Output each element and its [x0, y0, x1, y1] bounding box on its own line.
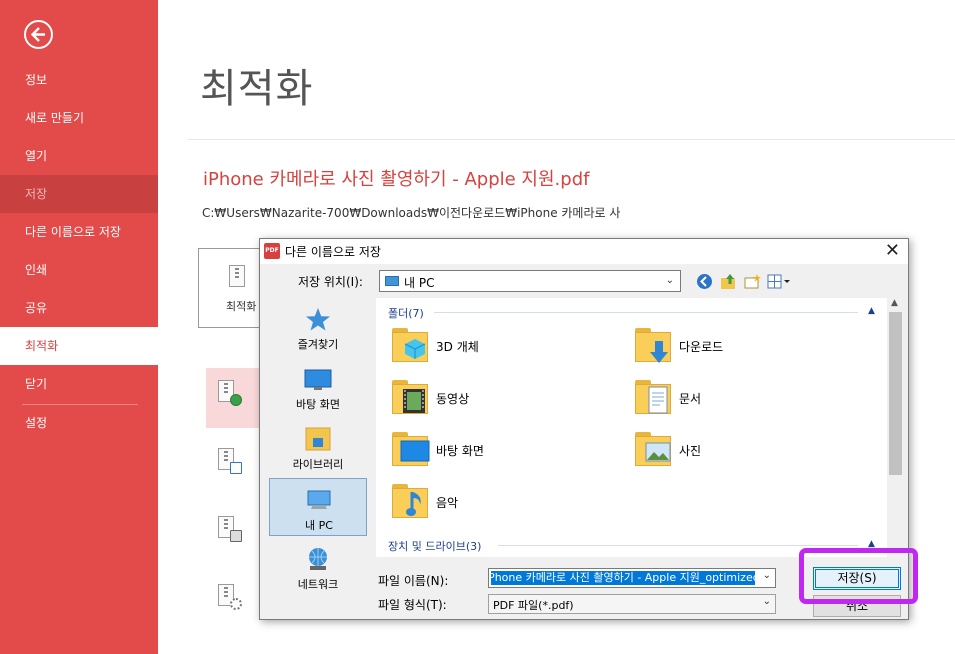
library-icon	[305, 427, 331, 451]
download-arrow-icon	[650, 341, 668, 363]
group-header-folders[interactable]: 폴더(7)	[388, 305, 424, 321]
folder-item-pictures[interactable]: 사진	[635, 428, 835, 474]
filename-value: iPhone 카메라로 사진 촬영하기 - Apple 지원_optimized	[491, 571, 755, 585]
sidebar-item-settings[interactable]: 설정	[0, 404, 158, 442]
save-button-highlight	[799, 548, 918, 604]
place-desktop[interactable]: 바탕 화면	[269, 358, 367, 416]
scroll-up-icon[interactable]: ▲	[891, 298, 898, 308]
sidebar-item-info[interactable]: 정보	[0, 61, 158, 99]
sidebar-item-open[interactable]: 열기	[0, 137, 158, 175]
divider	[188, 139, 955, 140]
dialog-titlebar: PDF 다른 이름으로 저장 ✕	[260, 239, 908, 264]
vertical-scrollbar[interactable]: ▲	[887, 298, 904, 557]
place-network[interactable]: 네트워크	[269, 538, 367, 596]
folder-item-desktop[interactable]: 바탕 화면	[392, 428, 592, 474]
folder-item-3d-objects[interactable]: 3D 개체	[392, 324, 592, 370]
picture-icon	[645, 442, 671, 462]
scrollbar-thumb[interactable]	[889, 312, 902, 475]
star-icon	[306, 308, 330, 331]
filetype-value: PDF 파일(*.pdf)	[493, 599, 574, 612]
sidebar-item-save[interactable]: 저장	[0, 175, 158, 213]
pc-icon	[385, 276, 399, 286]
optimize-option-print[interactable]	[206, 504, 266, 564]
place-this-pc[interactable]: 내 PC	[269, 478, 367, 536]
save-location-select[interactable]: 내 PC ⌄	[379, 270, 681, 292]
sidebar-item-share[interactable]: 공유	[0, 289, 158, 327]
view-menu-icon[interactable]	[767, 273, 793, 290]
optimize-button[interactable]: 최적화	[198, 248, 268, 328]
cube-icon	[404, 339, 426, 359]
printer-icon	[230, 530, 242, 542]
sidebar-item-save-as[interactable]: 다른 이름으로 저장	[0, 213, 158, 251]
optimize-button-label: 최적화	[226, 300, 257, 313]
sidebar-item-new[interactable]: 새로 만들기	[0, 99, 158, 137]
new-folder-icon[interactable]	[744, 273, 761, 290]
music-note-icon	[406, 492, 421, 516]
chevron-down-icon: ⌄	[665, 275, 674, 286]
network-icon	[309, 548, 327, 570]
group-header-drives[interactable]: 장치 및 드라이브(3)	[388, 538, 481, 554]
folder-item-music[interactable]: 음악	[392, 480, 592, 526]
optimize-option-custom[interactable]	[206, 572, 266, 632]
sidebar-item-print[interactable]: 인쇄	[0, 251, 158, 289]
gear-icon	[230, 598, 242, 610]
place-favorites[interactable]: 즐겨찾기	[269, 298, 367, 356]
zip-file-icon	[229, 265, 245, 287]
filename-input[interactable]: iPhone 카메라로 사진 촬영하기 - Apple 지원_optimized…	[488, 568, 776, 588]
document-icon	[648, 386, 668, 414]
page-title: 최적화	[200, 66, 314, 112]
folder-item-videos[interactable]: 동영상	[392, 376, 592, 422]
chevron-up-icon[interactable]: ▲	[868, 306, 875, 316]
filetype-label: 파일 형식(T):	[378, 598, 447, 612]
divider	[498, 545, 858, 546]
filetype-select[interactable]: PDF 파일(*.pdf) ⌄	[488, 594, 776, 614]
sidebar: 정보 새로 만들기 열기 저장 다른 이름으로 저장 인쇄 공유 최적화 닫기 …	[0, 0, 158, 654]
folder-item-documents[interactable]: 문서	[635, 376, 835, 422]
filename-label: 파일 이름(N):	[378, 574, 449, 588]
save-location-value: 내 PC	[404, 276, 435, 290]
document-path: C:₩Users₩Nazarite-700₩Downloads₩이전다운로드₩i…	[202, 206, 621, 220]
desktop-icon	[304, 369, 332, 390]
dialog-title: 다른 이름으로 저장	[285, 245, 381, 259]
close-icon[interactable]: ✕	[885, 240, 900, 262]
document-name: iPhone 카메라로 사진 촬영하기 - Apple 지원.pdf	[203, 169, 590, 190]
optimize-option-web[interactable]	[206, 368, 266, 428]
back-arrow-icon[interactable]	[24, 20, 53, 49]
place-library[interactable]: 라이브러리	[269, 418, 367, 476]
desktop-icon	[400, 440, 430, 462]
pdf-icon: PDF	[264, 243, 280, 259]
chevron-down-icon[interactable]: ⌄	[763, 570, 771, 581]
pc-icon	[307, 490, 331, 509]
sidebar-item-close[interactable]: 닫기	[0, 365, 158, 403]
optimize-option-screen[interactable]	[206, 436, 266, 496]
up-folder-icon[interactable]	[720, 273, 737, 290]
divider	[434, 312, 858, 313]
save-location-label: 저장 위치(I):	[298, 275, 363, 289]
file-list: 폴더(7) ▲ 3D 개체 다운로드 동영상 문서 바탕 화면 사진 음악 장치…	[376, 298, 887, 557]
places-bar: 즐겨찾기 바탕 화면 라이브러리 내 PC 네트워크	[266, 298, 373, 594]
screen-icon	[230, 462, 242, 474]
sidebar-item-optimize[interactable]: 최적화	[0, 327, 158, 365]
film-icon	[403, 389, 425, 413]
folder-item-downloads[interactable]: 다운로드	[635, 324, 835, 370]
chevron-down-icon: ⌄	[762, 596, 771, 607]
globe-icon	[230, 394, 242, 406]
back-arrow-icon[interactable]	[696, 273, 713, 290]
